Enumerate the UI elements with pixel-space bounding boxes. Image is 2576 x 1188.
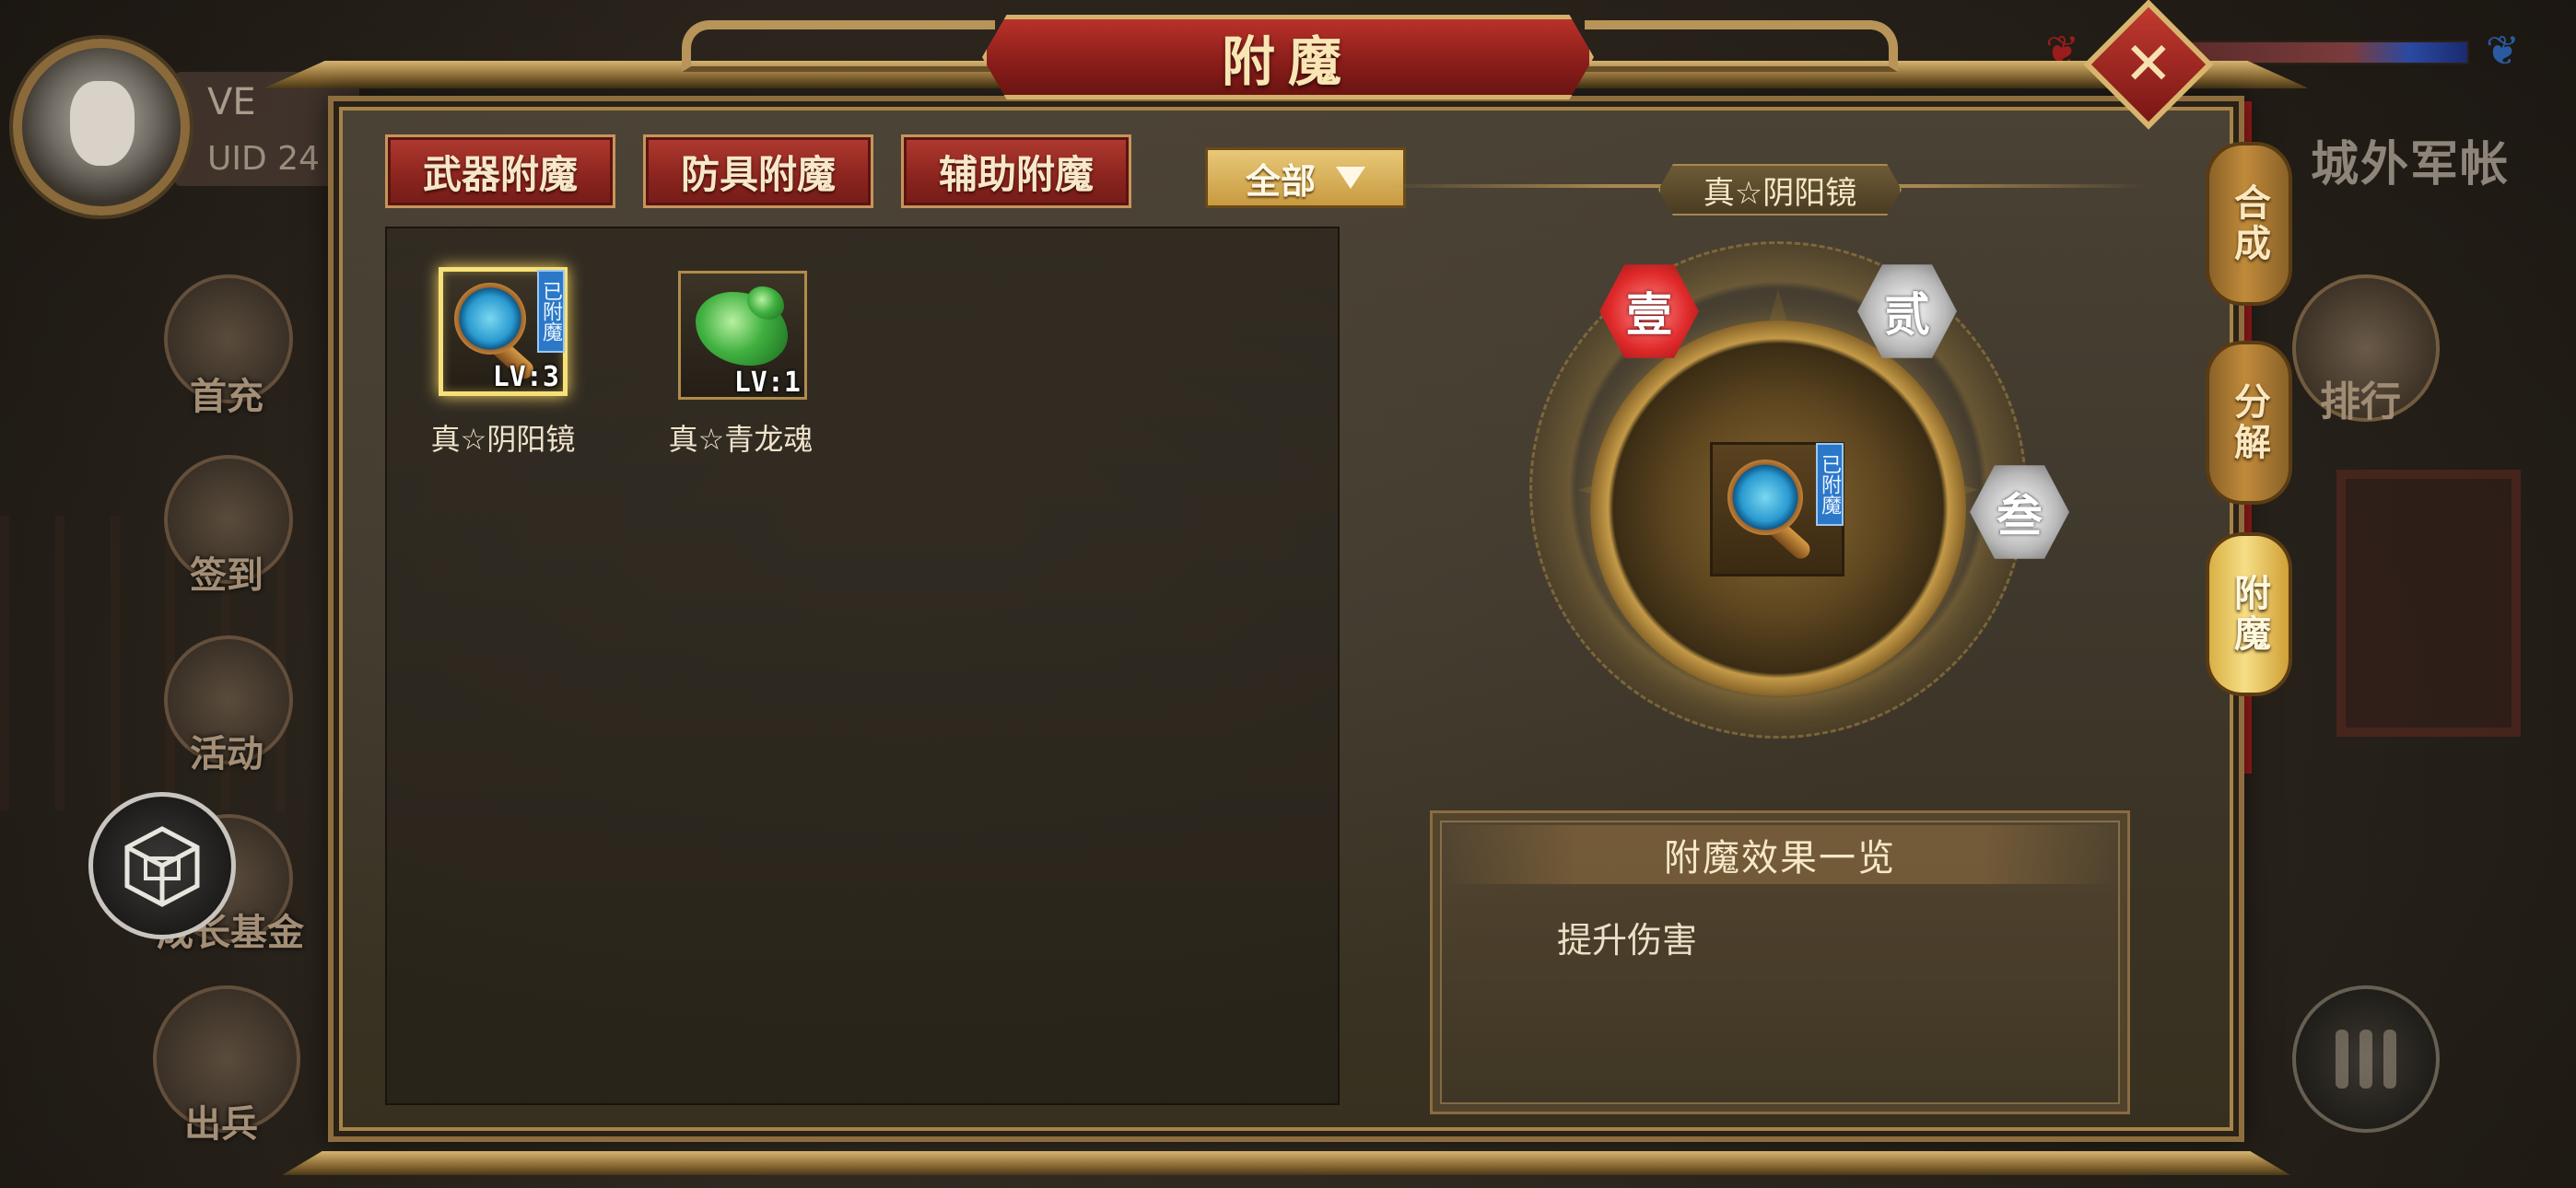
chevron-down-icon — [1336, 167, 1365, 189]
item-name: 真☆阴阳镜 — [430, 422, 576, 457]
tab-armor-enchant[interactable]: 防具附魔 — [643, 134, 873, 208]
filter-dropdown[interactable]: 全部 — [1205, 147, 1406, 208]
activity-label: 活动 — [190, 733, 263, 775]
menu-bar-icon — [2383, 1030, 2396, 1089]
enchant-target-slot[interactable]: 已附魔 — [1710, 442, 1844, 577]
background-furniture — [2336, 470, 2521, 737]
cube-icon — [124, 826, 200, 907]
player-uid: UID 24 — [207, 140, 320, 178]
dialog-bottom-rail — [282, 1151, 2290, 1175]
inventory-item[interactable]: LV:1 — [678, 271, 807, 400]
enchant-effects-header: 附魔效果一览 — [1443, 825, 2117, 884]
enchanted-badge: 已附魔 — [1816, 443, 1844, 526]
cube-menu-button[interactable] — [88, 792, 236, 939]
tab-decompose[interactable]: 分解 — [2206, 341, 2292, 505]
player-avatar[interactable] — [13, 39, 190, 215]
player-name: VE — [207, 81, 256, 123]
item-level: LV:1 — [733, 367, 801, 399]
inventory-item[interactable]: 已附魔 LV:3 — [439, 267, 568, 396]
tab-synthesize[interactable]: 合成 — [2206, 142, 2292, 306]
dialog-title: 附魔 — [1221, 30, 1354, 93]
enchant-effect-line: 提升伤害 — [1557, 920, 1698, 961]
filter-selected: 全部 — [1245, 160, 1316, 202]
main-menu-button[interactable] — [2292, 985, 2440, 1133]
tab-weapon-enchant[interactable]: 武器附魔 — [385, 134, 615, 208]
blue-faction-icon: ❦ — [2486, 28, 2520, 75]
dispatch-troops-label: 出兵 — [184, 1103, 258, 1146]
item-name: 真☆青龙魂 — [668, 422, 814, 457]
dialog-title-plate: 附魔 — [982, 15, 1594, 99]
menu-bar-icon — [2336, 1030, 2348, 1089]
first-recharge-label: 首充 — [190, 376, 263, 418]
sign-in-label: 签到 — [190, 554, 263, 597]
title-ornament-left — [682, 20, 995, 72]
menu-bar-icon — [2359, 1030, 2372, 1089]
location-label: 城外军帐 — [2311, 137, 2511, 192]
avatar-face — [70, 81, 135, 166]
title-ornament-right — [1585, 20, 1898, 72]
close-icon: ✕ — [2124, 30, 2173, 99]
selected-item-name: 真☆阴阳镜 — [1658, 164, 1902, 215]
ranking-label: 排行 — [2320, 379, 2401, 425]
item-level: LV:3 — [492, 361, 559, 393]
tab-accessory-enchant[interactable]: 辅助附魔 — [901, 134, 1131, 208]
enchanted-badge: 已附魔 — [537, 270, 565, 353]
tab-enchant[interactable]: 附魔 — [2206, 532, 2292, 696]
